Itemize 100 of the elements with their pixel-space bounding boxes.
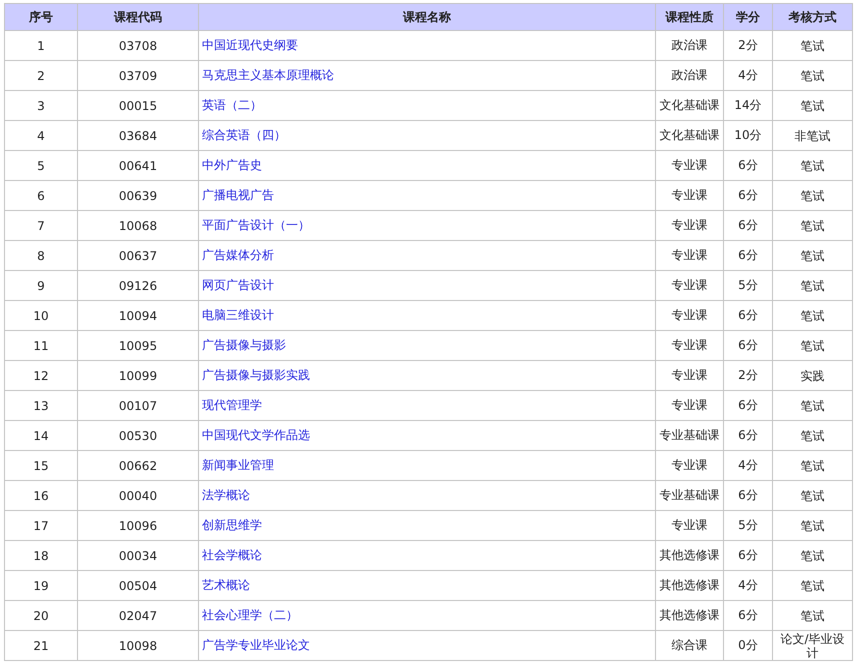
table-cell: 6分 (724, 330, 772, 360)
table-cell: 专业课 (656, 180, 724, 210)
table-cell: 笔试 (772, 210, 852, 240)
table-cell: 12 (4, 360, 78, 390)
table-cell: 6分 (724, 210, 772, 240)
table-cell: 7 (4, 210, 78, 240)
table-cell: 00641 (78, 150, 198, 180)
table-cell: 10095 (78, 330, 198, 360)
table-cell: 政治课 (656, 60, 724, 90)
table-cell: 02047 (78, 600, 198, 630)
table-cell: 其他选修课 (656, 600, 724, 630)
table-cell: 5分 (724, 270, 772, 300)
table-cell: 1 (4, 30, 78, 60)
table-cell: 00639 (78, 180, 198, 210)
table-cell: 10094 (78, 300, 198, 330)
course-link[interactable]: 艺术概论 (202, 578, 250, 592)
table-cell: 专业基础课 (656, 420, 724, 450)
table-cell: 9 (4, 270, 78, 300)
course-link[interactable]: 新闻事业管理 (202, 458, 274, 472)
table-cell: 21 (4, 630, 78, 660)
course-link[interactable]: 社会学概论 (202, 548, 262, 562)
table-cell: 8 (4, 240, 78, 270)
table-cell: 笔试 (772, 60, 852, 90)
table-cell: 00504 (78, 570, 198, 600)
column-header: 考核方式 (772, 4, 852, 30)
course-link[interactable]: 电脑三维设计 (202, 308, 274, 322)
table-cell: 6分 (724, 180, 772, 210)
table-cell: 00530 (78, 420, 198, 450)
table-cell: 专业课 (656, 300, 724, 330)
course-link[interactable]: 广告学专业毕业论文 (202, 638, 310, 652)
table-cell: 16 (4, 480, 78, 510)
table-cell: 笔试 (772, 30, 852, 60)
table-cell: 4 (4, 120, 78, 150)
table-cell: 专业课 (656, 450, 724, 480)
table-cell: 政治课 (656, 30, 724, 60)
table-cell: 10098 (78, 630, 198, 660)
table-cell: 19 (4, 570, 78, 600)
table-cell: 17 (4, 510, 78, 540)
table-cell: 文化基础课 (656, 90, 724, 120)
table-cell: 3 (4, 90, 78, 120)
course-link[interactable]: 网页广告设计 (202, 278, 274, 292)
course-link[interactable]: 英语（二） (202, 98, 262, 112)
table-cell: 笔试 (772, 270, 852, 300)
table-cell: 6分 (724, 390, 772, 420)
table-cell: 专业课 (656, 390, 724, 420)
table-cell: 0分 (724, 630, 772, 660)
column-header: 课程性质 (656, 4, 724, 30)
table-cell: 15 (4, 450, 78, 480)
course-link[interactable]: 广告摄像与摄影实践 (202, 368, 310, 382)
course-link[interactable]: 广播电视广告 (202, 188, 274, 202)
course-link[interactable]: 现代管理学 (202, 398, 262, 412)
table-cell: 笔试 (772, 600, 852, 630)
table-cell: 综合课 (656, 630, 724, 660)
table-cell: 03708 (78, 30, 198, 60)
table-cell: 6分 (724, 420, 772, 450)
course-link[interactable]: 中国现代文学作品选 (202, 428, 310, 442)
table-cell: 其他选修课 (656, 570, 724, 600)
table-cell: 专业课 (656, 210, 724, 240)
course-link[interactable]: 法学概论 (202, 488, 250, 502)
table-cell: 10068 (78, 210, 198, 240)
table-cell: 10分 (724, 120, 772, 150)
table-cell: 非笔试 (772, 120, 852, 150)
table-cell: 论文/毕业设计 (772, 630, 852, 660)
course-link[interactable]: 平面广告设计（一） (202, 218, 310, 232)
table-cell: 实践 (772, 360, 852, 390)
table-cell: 6分 (724, 300, 772, 330)
course-link[interactable]: 广告媒体分析 (202, 248, 274, 262)
course-link[interactable]: 广告摄像与摄影 (202, 338, 286, 352)
table-cell: 笔试 (772, 540, 852, 570)
table-cell: 6分 (724, 150, 772, 180)
table-cell: 18 (4, 540, 78, 570)
table-cell: 笔试 (772, 240, 852, 270)
course-link[interactable]: 综合英语（四） (202, 128, 286, 142)
table-cell: 文化基础课 (656, 120, 724, 150)
table-cell: 5 (4, 150, 78, 180)
column-header: 课程代码 (78, 4, 198, 30)
table-cell: 专业基础课 (656, 480, 724, 510)
table-cell: 笔试 (772, 330, 852, 360)
table-cell: 6分 (724, 540, 772, 570)
table-cell: 专业课 (656, 330, 724, 360)
table-cell: 笔试 (772, 300, 852, 330)
table-cell: 4分 (724, 450, 772, 480)
table-cell: 笔试 (772, 90, 852, 120)
course-link[interactable]: 中国近现代史纲要 (202, 38, 298, 52)
course-link[interactable]: 马克思主义基本原理概论 (202, 68, 334, 82)
table-cell: 10099 (78, 360, 198, 390)
column-header: 课程名称 (198, 4, 656, 30)
table-cell: 00107 (78, 390, 198, 420)
table-cell: 专业课 (656, 360, 724, 390)
column-header: 学分 (724, 4, 772, 30)
table-cell: 笔试 (772, 570, 852, 600)
course-link[interactable]: 社会心理学（二） (202, 608, 298, 622)
course-link[interactable]: 创新思维学 (202, 518, 262, 532)
table-cell: 笔试 (772, 480, 852, 510)
table-cell: 6分 (724, 480, 772, 510)
table-cell: 20 (4, 600, 78, 630)
course-link[interactable]: 中外广告史 (202, 158, 262, 172)
table-cell: 笔试 (772, 510, 852, 540)
table-cell: 笔试 (772, 180, 852, 210)
table-cell: 14分 (724, 90, 772, 120)
